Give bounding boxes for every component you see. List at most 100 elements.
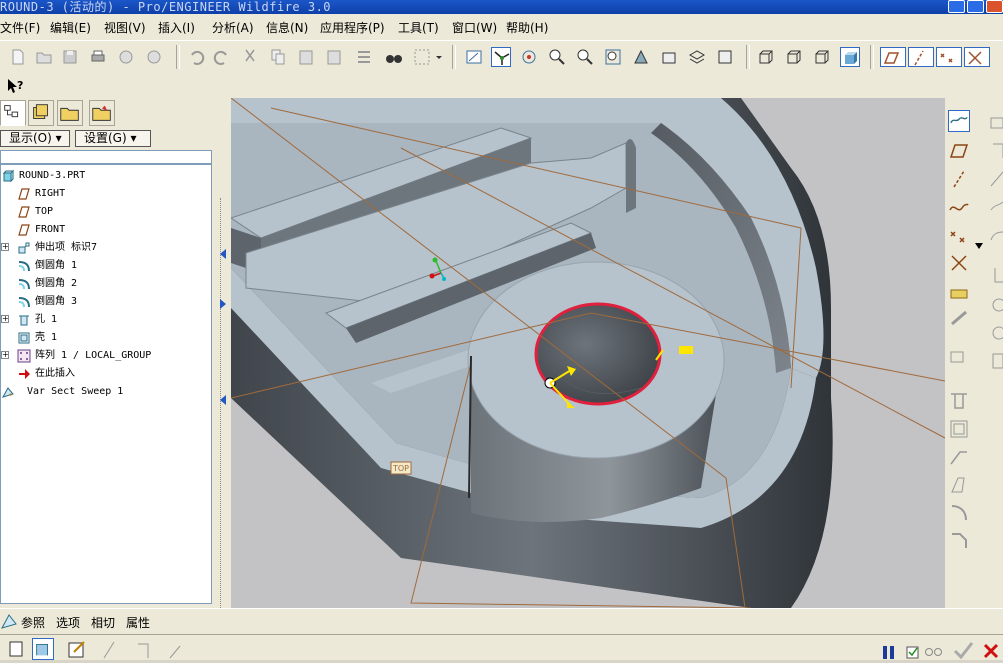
print-icon[interactable] xyxy=(88,47,108,67)
datum-axes-toggle-icon[interactable] xyxy=(908,47,934,67)
analysis-feature-icon[interactable] xyxy=(948,280,970,302)
remove-material-icon[interactable] xyxy=(100,638,122,660)
menu-view[interactable]: 视图(V) xyxy=(104,19,146,36)
zoom-in-icon[interactable] xyxy=(547,47,567,67)
boundary-tool-icon[interactable] xyxy=(985,224,1003,246)
zoom-out-icon[interactable] xyxy=(575,47,595,67)
collapse-arrow-icon[interactable] xyxy=(219,394,227,408)
dimension-icon[interactable] xyxy=(164,638,186,660)
send-mail-icon[interactable] xyxy=(116,47,136,67)
maximize-button[interactable] xyxy=(967,0,984,13)
apply-check-icon[interactable] xyxy=(952,638,974,660)
regenerate-icon[interactable] xyxy=(354,47,374,67)
send-link-icon[interactable] xyxy=(144,47,164,67)
cut-icon[interactable] xyxy=(240,47,260,67)
warp-tool-icon[interactable] xyxy=(985,294,1003,316)
mirror-tool-icon[interactable] xyxy=(985,322,1003,344)
undo-icon[interactable] xyxy=(186,47,206,67)
pattern-tool-icon[interactable] xyxy=(985,350,1003,372)
menu-file[interactable]: 文件(F) xyxy=(0,19,40,36)
datum-points-toggle-icon[interactable] xyxy=(936,47,962,67)
round-tool-icon[interactable] xyxy=(948,502,970,524)
sweep-tool-icon[interactable] xyxy=(985,168,1003,190)
favorites-tab[interactable] xyxy=(89,100,115,126)
sketch-section-icon[interactable] xyxy=(66,638,88,660)
find-binoculars-icon[interactable] xyxy=(384,47,404,67)
datum-point-tool-icon[interactable] xyxy=(948,224,970,246)
sketch-icon[interactable] xyxy=(948,110,970,132)
expand-toggle[interactable]: + xyxy=(1,315,9,323)
menu-applications[interactable]: 应用程序(P) xyxy=(320,19,385,36)
menu-window[interactable]: 窗口(W) xyxy=(452,19,497,36)
minimize-button[interactable] xyxy=(948,0,965,13)
datum-axis-tool-icon[interactable] xyxy=(948,168,970,190)
shell-tool-icon[interactable] xyxy=(948,418,970,440)
chain-tool-icon[interactable] xyxy=(948,308,970,330)
view-manager-icon[interactable] xyxy=(715,47,735,67)
menu-insert[interactable]: 插入(I) xyxy=(158,19,195,36)
model-tree-tab[interactable] xyxy=(0,100,26,126)
save-icon[interactable] xyxy=(60,47,80,67)
coordinate-systems-toggle-icon[interactable] xyxy=(964,47,990,67)
layers-icon[interactable] xyxy=(687,47,707,67)
solid-option-icon[interactable] xyxy=(6,638,28,660)
selection-box-dropdown[interactable] xyxy=(412,47,444,67)
tab-tangency[interactable]: 相切 xyxy=(91,614,115,631)
glasses-preview-icon[interactable] xyxy=(922,638,944,660)
expand-toggle[interactable]: + xyxy=(1,351,9,359)
draft-tool-icon[interactable] xyxy=(948,474,970,496)
paste-icon[interactable] xyxy=(296,47,316,67)
show-dropdown-button[interactable]: 显示(O) ▾ xyxy=(0,130,70,147)
menu-info[interactable]: 信息(N) xyxy=(266,19,308,36)
close-button[interactable] xyxy=(986,0,1003,13)
layers-tab[interactable] xyxy=(28,100,54,126)
spin-center-icon[interactable] xyxy=(491,47,511,67)
panel-splitter[interactable] xyxy=(215,98,231,618)
new-file-icon[interactable] xyxy=(8,47,28,67)
placement-tool-icon[interactable] xyxy=(948,348,970,370)
copy-icon[interactable] xyxy=(268,47,288,67)
hidden-line-icon[interactable] xyxy=(784,47,804,67)
tab-options[interactable]: 选项 xyxy=(56,614,80,631)
redo-icon[interactable] xyxy=(212,47,232,67)
open-folder-icon[interactable] xyxy=(34,47,54,67)
paste-special-icon[interactable] xyxy=(324,47,344,67)
cancel-x-icon[interactable] xyxy=(980,638,1002,660)
menu-edit[interactable]: 编辑(E) xyxy=(50,19,91,36)
surface-option-icon[interactable] xyxy=(32,638,54,660)
no-hidden-icon[interactable] xyxy=(812,47,832,67)
dropdown-arrow-icon[interactable] xyxy=(975,238,983,252)
menu-analysis[interactable]: 分析(A) xyxy=(212,19,254,36)
blend-tool-icon[interactable] xyxy=(985,196,1003,218)
style-tool-icon[interactable] xyxy=(985,264,1003,286)
tab-properties[interactable]: 属性 xyxy=(126,614,150,631)
extrude-tool-icon[interactable] xyxy=(985,110,1003,132)
expand-toggle[interactable]: + xyxy=(1,243,9,251)
folder-browser-tab[interactable] xyxy=(57,100,83,126)
graphics-window[interactable]: TOP xyxy=(231,98,945,608)
hole-tool-icon[interactable] xyxy=(948,390,970,412)
saved-views-icon[interactable] xyxy=(659,47,679,67)
coordinate-system-tool-icon[interactable] xyxy=(948,252,970,274)
repaint-icon[interactable] xyxy=(464,47,484,67)
pause-icon[interactable] xyxy=(878,638,900,660)
model-3d-view[interactable]: TOP xyxy=(231,98,945,608)
orient-mode-icon[interactable] xyxy=(519,47,539,67)
refit-icon[interactable] xyxy=(603,47,623,67)
datum-curve-tool-icon[interactable] xyxy=(948,196,970,218)
tab-references[interactable]: 参照 xyxy=(21,614,45,631)
collapse-arrow-icon[interactable] xyxy=(219,248,227,262)
menu-tools[interactable]: 工具(T) xyxy=(398,19,439,36)
reorient-icon[interactable] xyxy=(631,47,651,67)
revolve-tool-icon[interactable] xyxy=(985,140,1003,162)
shading-icon[interactable] xyxy=(840,47,860,67)
chamfer-tool-icon[interactable] xyxy=(948,530,970,552)
datum-planes-toggle-icon[interactable] xyxy=(880,47,906,67)
thicken-icon[interactable] xyxy=(134,638,156,660)
datum-plane-tool-icon[interactable] xyxy=(948,140,970,162)
collapse-arrow-icon[interactable] xyxy=(219,298,227,312)
wireframe-icon[interactable] xyxy=(756,47,776,67)
whats-this-help-icon[interactable]: ? xyxy=(6,77,26,95)
menu-help[interactable]: 帮助(H) xyxy=(506,19,548,36)
settings-dropdown-button[interactable]: 设置(G) ▾ xyxy=(75,130,151,147)
